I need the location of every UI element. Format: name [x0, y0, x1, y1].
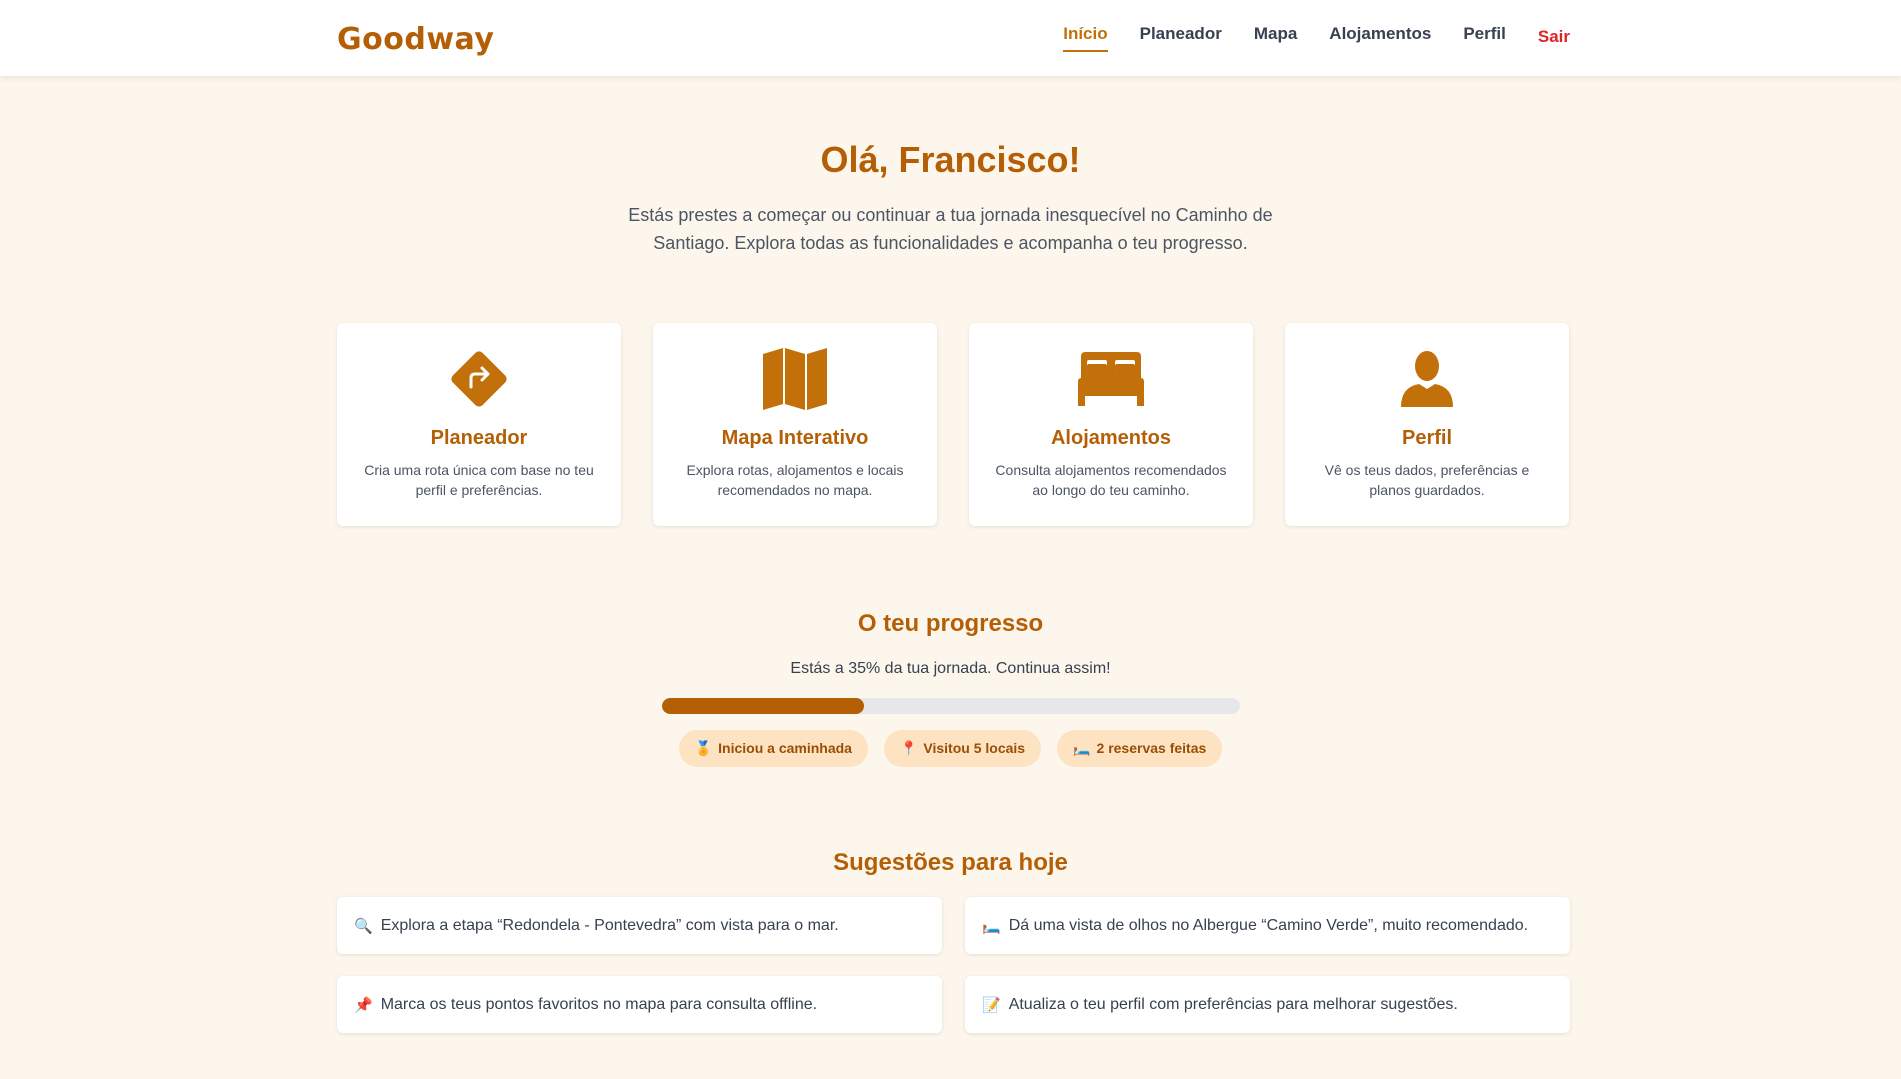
greeting-subtitle: Estás prestes a começar ou continuar a t…: [628, 205, 1273, 253]
suggestion-text: Explora a etapa “Redondela - Pontevedra”…: [380, 916, 839, 934]
brand-logo[interactable]: Goodway: [337, 22, 494, 57]
card-mapa[interactable]: Mapa Interativo Explora rotas, alojament…: [653, 323, 937, 526]
pin-icon: 📍: [899, 740, 918, 756]
pushpin-icon: 📌: [354, 996, 373, 1014]
suggestion-item[interactable]: 📝 Atualiza o teu perfil com preferências …: [965, 976, 1570, 1033]
memo-icon: 📝: [982, 996, 1001, 1014]
hero-section: Olá, Francisco! Estás prestes a começar …: [0, 139, 1901, 257]
badge-label: Visitou 5 locais: [923, 740, 1026, 756]
user-icon: [1285, 345, 1569, 413]
directions-icon: [337, 345, 621, 413]
card-title: Planeador: [430, 427, 528, 449]
progress-title: O teu progresso: [857, 610, 1044, 637]
bed-icon: [969, 345, 1253, 413]
map-icon: [653, 345, 937, 413]
suggestion-item[interactable]: 🔍 Explora a etapa “Redondela - Pontevedra…: [337, 897, 942, 954]
badge-label: Iniciou a caminhada: [718, 740, 852, 756]
navbar: Goodway Início Planeador Mapa Alojamento…: [0, 0, 1901, 76]
bed-emoji-icon: 🛏️: [1073, 740, 1091, 756]
nav-link-perfil[interactable]: Perfil: [1463, 24, 1506, 52]
medal-icon: 🏅: [694, 740, 713, 756]
suggestion-text: Marca os teus pontos favoritos no mapa p…: [380, 995, 818, 1013]
card-desc: Explora rotas, alojamentos e locais reco…: [686, 462, 904, 498]
nav-link-alojamentos[interactable]: Alojamentos: [1329, 24, 1431, 52]
greeting-title: Olá, Francisco!: [820, 139, 1081, 180]
nav-link-inicio[interactable]: Início: [1063, 24, 1108, 52]
card-desc: Consulta alojamentos recomendados ao lon…: [995, 462, 1227, 498]
suggestion-text: Dá uma vista de olhos no Albergue “Camin…: [1008, 916, 1529, 934]
card-desc: Vê os teus dados, preferências e planos …: [1324, 462, 1530, 498]
suggestion-text: Atualiza o teu perfil com preferências p…: [1008, 995, 1458, 1013]
progress-text: Estás a 35% da tua jornada. Continua ass…: [790, 660, 1111, 677]
feature-cards: Planeador Cria uma rota única com base n…: [337, 323, 1570, 526]
suggestion-item[interactable]: 🛏️ Dá uma vista de olhos no Albergue “Cam…: [965, 897, 1570, 954]
progress-section: O teu progresso Estás a 35% da tua jorna…: [0, 610, 1901, 767]
badge-bookings: 🛏️ 2 reservas feitas: [1057, 730, 1223, 767]
card-planeador[interactable]: Planeador Cria uma rota única com base n…: [337, 323, 621, 526]
logout-button[interactable]: Sair: [1538, 27, 1570, 55]
badge-started: 🏅 Iniciou a caminhada: [678, 730, 868, 767]
badge-places: 📍 Visitou 5 locais: [883, 730, 1042, 767]
progress-fill: [661, 698, 864, 714]
card-title: Perfil: [1401, 427, 1453, 449]
card-title: Mapa Interativo: [721, 427, 869, 449]
suggestions-title: Sugestões para hoje: [833, 849, 1068, 876]
bed-emoji-icon: 🛏️: [982, 917, 1001, 935]
achievement-badges: 🏅 Iniciou a caminhada 📍 Visitou 5 locais 🛏…: [0, 730, 1901, 767]
search-icon: 🔍: [354, 917, 373, 935]
suggestions-section: Sugestões para hoje 🔍 Explora a etapa “Re…: [0, 849, 1901, 1033]
nav-link-planeador[interactable]: Planeador: [1140, 24, 1222, 52]
card-perfil[interactable]: Perfil Vê os teus dados, preferências e …: [1285, 323, 1569, 526]
suggestions-grid: 🔍 Explora a etapa “Redondela - Pontevedra…: [337, 897, 1570, 1033]
card-title: Alojamentos: [1050, 427, 1172, 449]
nav-link-mapa[interactable]: Mapa: [1254, 24, 1297, 52]
suggestion-item[interactable]: 📌 Marca os teus pontos favoritos no mapa …: [337, 976, 942, 1033]
progress-bar: [661, 698, 1240, 714]
nav-links: Início Planeador Mapa Alojamentos Perfil…: [1063, 21, 1570, 55]
card-alojamentos[interactable]: Alojamentos Consulta alojamentos recomen…: [969, 323, 1253, 526]
navbar-inner: Goodway Início Planeador Mapa Alojamento…: [337, 0, 1570, 76]
badge-label: 2 reservas feitas: [1096, 740, 1207, 756]
card-desc: Cria uma rota única com base no teu perf…: [364, 462, 594, 498]
